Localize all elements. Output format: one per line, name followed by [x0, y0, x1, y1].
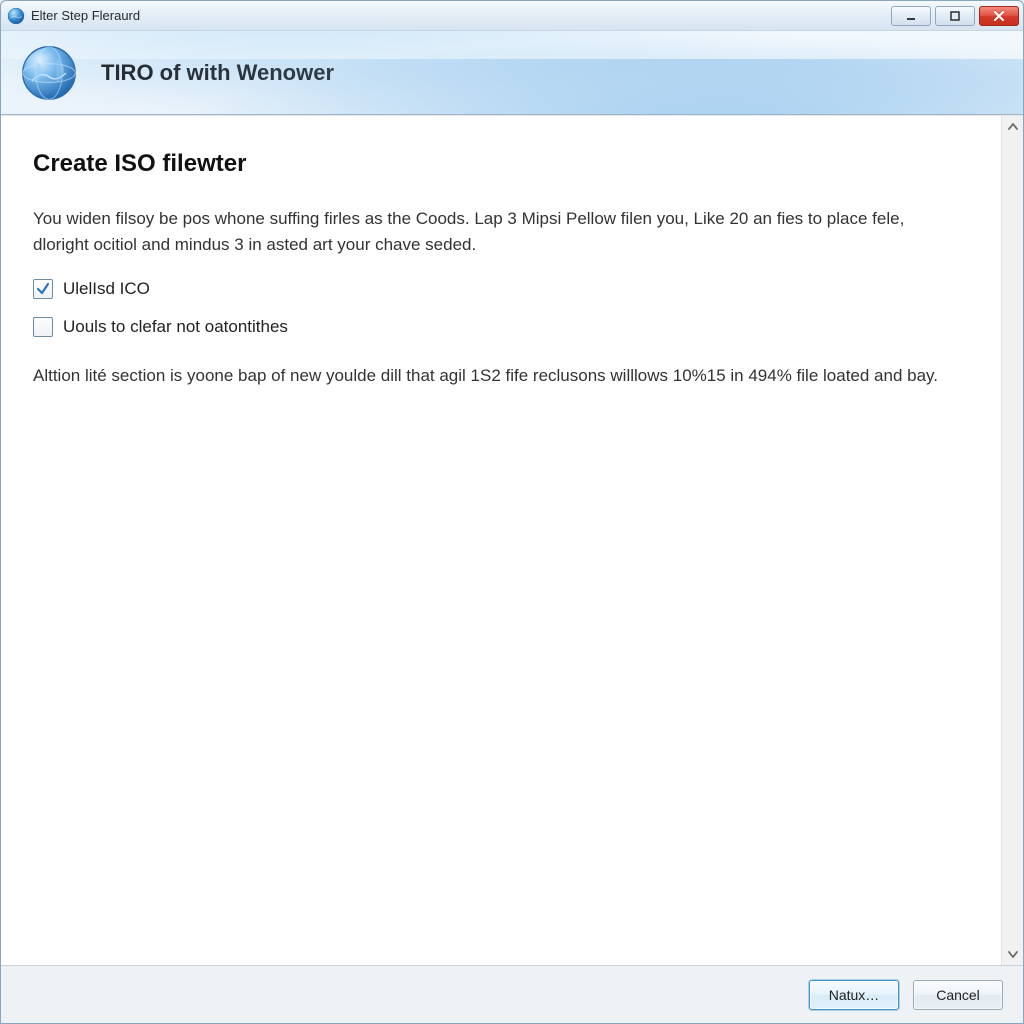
scroll-up-arrow-icon[interactable]	[1004, 118, 1022, 136]
page-heading: Create ISO filewter	[33, 150, 971, 178]
minimize-button[interactable]	[891, 6, 931, 26]
checkbox-icon[interactable]	[33, 279, 53, 299]
option-label: Uouls to clefar not oatontithes	[63, 317, 288, 337]
wizard-window: Elter Step Fleraurd	[0, 0, 1024, 1024]
window-controls	[891, 6, 1019, 26]
vertical-scrollbar[interactable]	[1001, 116, 1023, 965]
cancel-button-label: Cancel	[936, 987, 980, 1003]
scroll-down-arrow-icon[interactable]	[1004, 945, 1022, 963]
option-label: UlelIsd ICO	[63, 279, 150, 299]
maximize-button[interactable]	[935, 6, 975, 26]
wizard-page: Create ISO filewter You widen filsoy be …	[1, 116, 1001, 965]
wizard-footer: Natux… Cancel	[1, 965, 1023, 1023]
wizard-banner: TIRO of with Wenower	[1, 31, 1023, 115]
note-paragraph: Alttion lité section is yoone bap of new…	[33, 363, 953, 389]
banner-globe-icon	[19, 43, 79, 103]
checkbox-icon[interactable]	[33, 317, 53, 337]
close-button[interactable]	[979, 6, 1019, 26]
client-area: Create ISO filewter You widen filsoy be …	[1, 115, 1023, 965]
titlebar: Elter Step Fleraurd	[1, 1, 1023, 31]
intro-paragraph: You widen filsoy be pos whone suffing fi…	[33, 206, 953, 257]
option-ulelisd-ico[interactable]: UlelIsd ICO	[33, 279, 971, 299]
banner-title: TIRO of with Wenower	[101, 60, 334, 86]
cancel-button[interactable]: Cancel	[913, 980, 1003, 1010]
option-uouls-clefar[interactable]: Uouls to clefar not oatontithes	[33, 317, 971, 337]
app-globe-icon	[7, 7, 25, 25]
next-button-label: Natux…	[829, 987, 880, 1003]
next-button[interactable]: Natux…	[809, 980, 899, 1010]
scroll-track[interactable]	[1002, 136, 1023, 945]
window-title: Elter Step Fleraurd	[31, 8, 891, 23]
